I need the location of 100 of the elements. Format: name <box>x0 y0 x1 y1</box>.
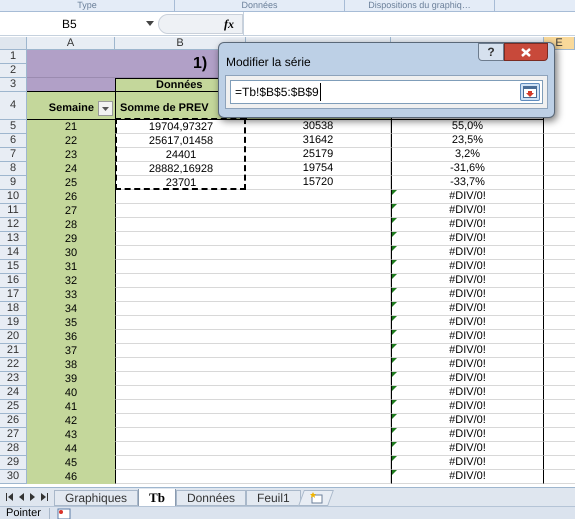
row-header[interactable]: 28 <box>0 442 27 456</box>
table-cell: #DIV/0! <box>449 442 486 455</box>
row-header[interactable]: 2 <box>0 64 27 78</box>
last-sheet-icon[interactable] <box>41 493 48 502</box>
name-box[interactable]: B5 <box>62 14 77 32</box>
filter-dropdown-button[interactable] <box>98 101 113 116</box>
table-cell: 32 <box>64 274 78 288</box>
table-cell: 28882,16928 <box>115 162 246 176</box>
collapse-dialog-icon <box>523 86 537 98</box>
table-cell: 46 <box>64 470 78 484</box>
row-header[interactable]: 8 <box>0 162 27 176</box>
column-header-label: Semaine <box>48 101 94 116</box>
row-header[interactable]: 21 <box>0 344 27 358</box>
table-cell: 36 <box>64 330 78 344</box>
table-cell: 19754 <box>246 162 391 176</box>
row-header[interactable]: 29 <box>0 456 27 470</box>
table-cell: 27 <box>64 204 78 218</box>
table-cell: 28 <box>64 218 78 232</box>
row-header[interactable]: 26 <box>0 414 27 428</box>
table-cell: 40 <box>64 386 78 400</box>
sheet-tab[interactable]: Données <box>176 490 246 506</box>
table-cell: 21 <box>64 120 78 134</box>
caret-icon <box>102 106 109 110</box>
row-header[interactable]: 16 <box>0 274 27 288</box>
report-title: 1) <box>193 54 208 74</box>
sheet-tab[interactable]: Tb <box>138 489 176 508</box>
row-header[interactable]: 9 <box>0 176 27 190</box>
sheet-tab[interactable]: Graphiques <box>54 490 138 506</box>
table-cell: 25179 <box>246 148 391 162</box>
ribbon-group-label: Dispositions du graphiq… <box>368 0 471 12</box>
table-cell: 41 <box>64 400 78 414</box>
table-cell: 35 <box>64 316 78 330</box>
column-header[interactable]: A <box>27 37 115 49</box>
table-cell: #DIV/0! <box>449 316 486 329</box>
column-header-label: Somme de PREV <box>120 101 209 116</box>
sheet-tab[interactable]: Feuil1 <box>246 490 301 506</box>
table-cell: 42 <box>64 414 78 428</box>
table-cell: #DIV/0! <box>449 470 486 483</box>
row-header[interactable]: 11 <box>0 204 27 218</box>
table-cell: 33 <box>64 288 78 302</box>
table-cell: #DIV/0! <box>449 456 486 469</box>
dropdown-icon[interactable] <box>146 21 154 26</box>
table-cell: 25 <box>64 176 78 190</box>
row-header[interactable]: 5 <box>0 120 27 134</box>
table-cell: #DIV/0! <box>449 232 486 245</box>
table-cell: 29 <box>64 232 78 246</box>
table-cell: #DIV/0! <box>449 218 486 231</box>
row-header[interactable]: 30 <box>0 470 27 484</box>
table-cell: 44 <box>64 442 78 456</box>
table-cell: 23 <box>64 148 78 162</box>
range-input-field[interactable]: =Tb!$B$5:$B$9 <box>230 80 543 104</box>
insert-sheet-button[interactable] <box>298 490 334 506</box>
row-header[interactable]: 10 <box>0 190 27 204</box>
row-header[interactable]: 6 <box>0 134 27 148</box>
row-header[interactable]: 15 <box>0 260 27 274</box>
ribbon-group-label: Type <box>77 0 97 12</box>
first-sheet-icon[interactable] <box>6 493 13 502</box>
collapse-dialog-button[interactable] <box>520 83 540 101</box>
table-cell: 15720 <box>246 176 391 190</box>
table-cell: 19704,97327 <box>115 120 246 134</box>
row-header[interactable]: 20 <box>0 330 27 344</box>
table-cell: 24 <box>64 162 78 176</box>
table-cell: 3,2% <box>454 148 480 161</box>
row-header[interactable]: 12 <box>0 218 27 232</box>
table-cell: #DIV/0! <box>449 372 486 385</box>
help-button[interactable]: ? <box>478 43 504 61</box>
table-cell: 23,5% <box>452 134 484 147</box>
row-header[interactable]: 7 <box>0 148 27 162</box>
status-mode: Pointer <box>0 508 50 519</box>
table-cell: #DIV/0! <box>449 288 486 301</box>
row-header[interactable]: 1 <box>0 50 27 64</box>
row-header[interactable]: 18 <box>0 302 27 316</box>
insert-function-button[interactable]: fx <box>224 14 234 32</box>
close-button[interactable] <box>504 43 548 61</box>
row-header[interactable]: 13 <box>0 232 27 246</box>
table-cell: #DIV/0! <box>449 386 486 399</box>
table-cell: -33,7% <box>450 176 485 189</box>
close-icon <box>521 48 531 56</box>
table-cell: 45 <box>64 456 78 470</box>
table-cell: #DIV/0! <box>449 302 486 315</box>
row-header[interactable]: 17 <box>0 288 27 302</box>
table-cell: 55,0% <box>452 120 484 133</box>
table-cell: #DIV/0! <box>449 344 486 357</box>
next-sheet-icon[interactable] <box>30 493 35 502</box>
row-header[interactable]: 23 <box>0 372 27 386</box>
row-header[interactable]: 14 <box>0 246 27 260</box>
row-header[interactable]: 4 <box>0 92 27 120</box>
table-cell: 31 <box>64 260 78 274</box>
table-cell: #DIV/0! <box>449 358 486 371</box>
macro-record-icon[interactable] <box>56 508 72 519</box>
table-cell: #DIV/0! <box>449 428 486 441</box>
row-header[interactable]: 19 <box>0 316 27 330</box>
row-header[interactable]: 22 <box>0 358 27 372</box>
row-header[interactable]: 3 <box>0 78 27 92</box>
row-header[interactable]: 24 <box>0 386 27 400</box>
row-header[interactable]: 25 <box>0 400 27 414</box>
table-cell: 30 <box>64 246 78 260</box>
previous-sheet-icon[interactable] <box>19 493 24 502</box>
row-header[interactable]: 27 <box>0 428 27 442</box>
table-cell: #DIV/0! <box>449 330 486 343</box>
